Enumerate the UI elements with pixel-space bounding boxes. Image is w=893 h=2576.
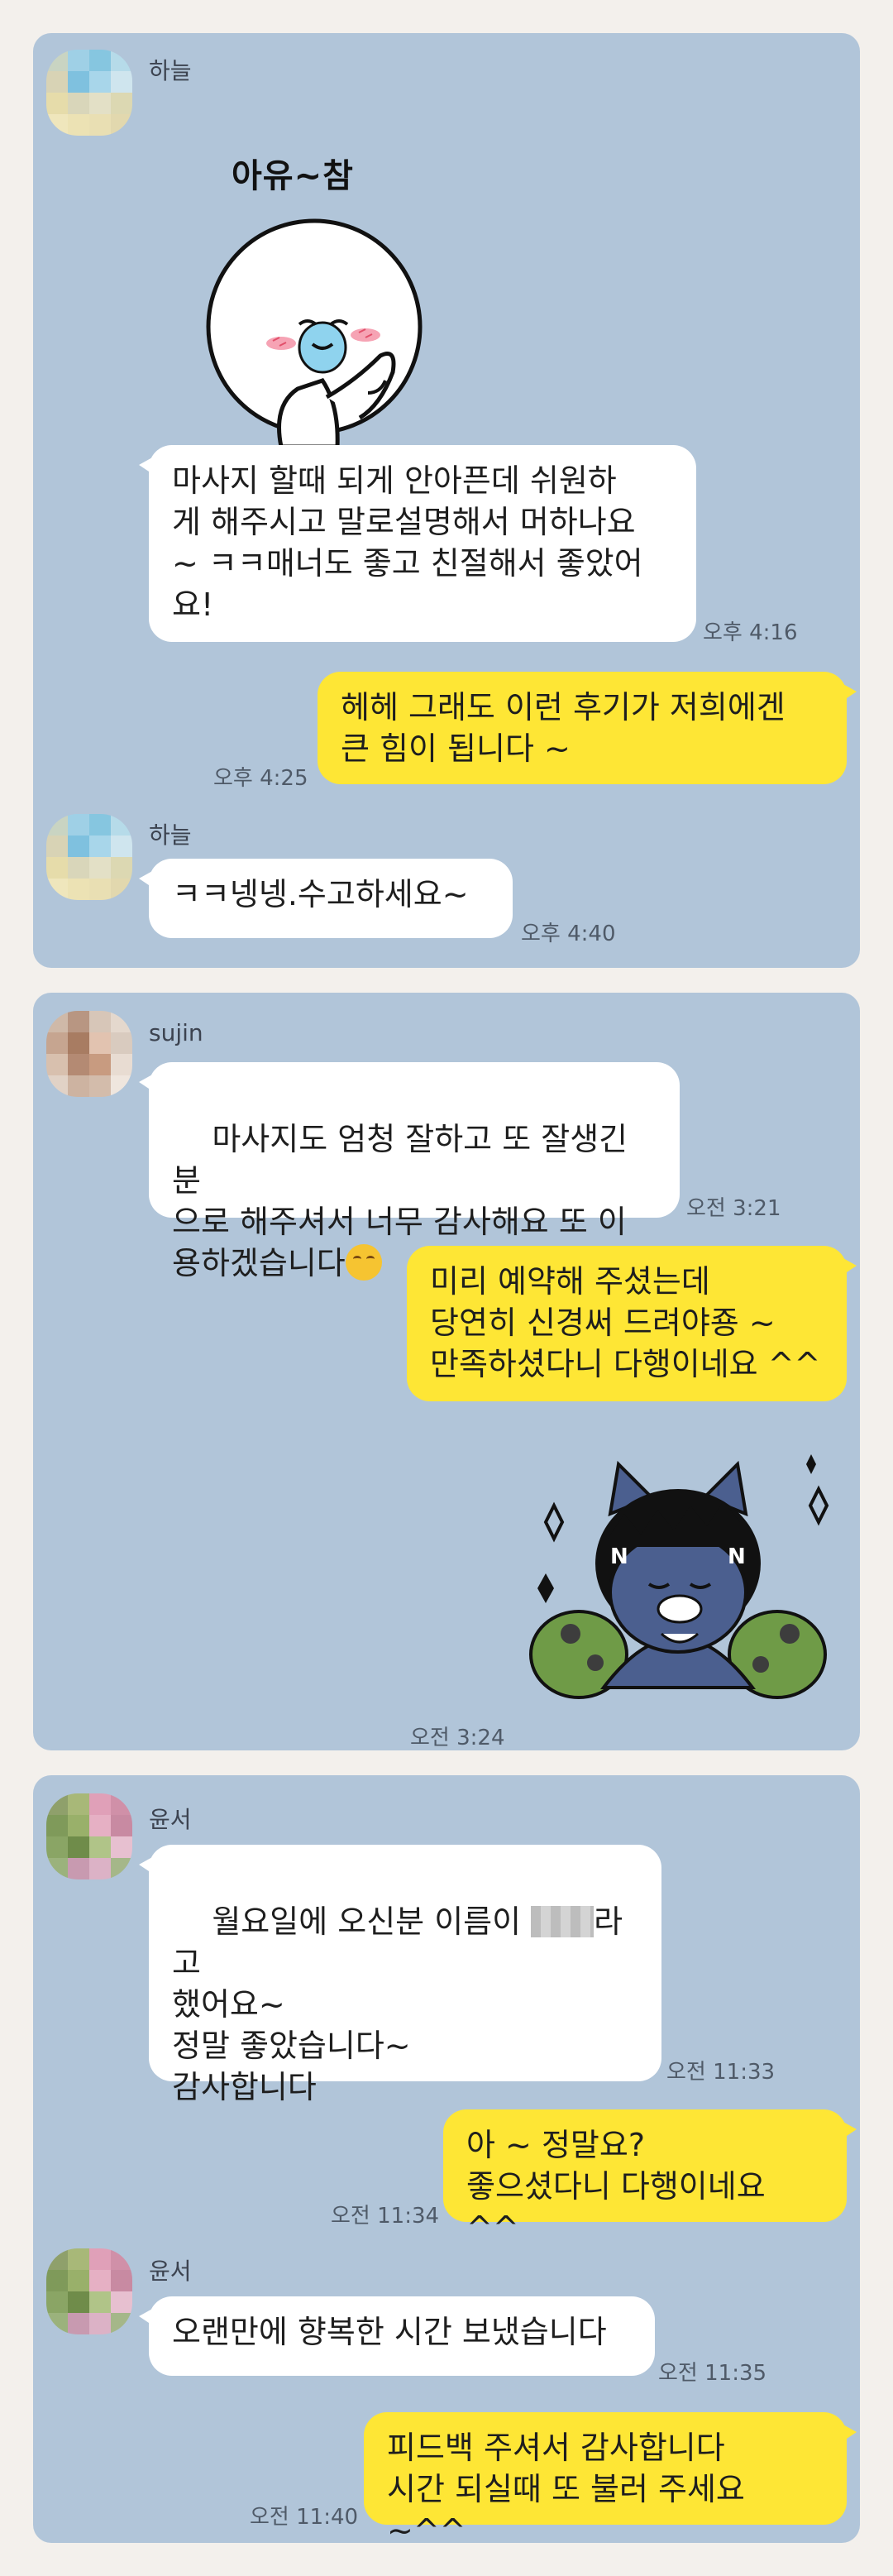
chat-screenshot-2: sujin 마사지도 엄청 잘하고 또 잘생긴 분 으로 해주셔서 너무 감사해… (33, 993, 860, 1750)
message-time: 오전 3:24 (410, 1726, 505, 1750)
avatar-yunseo[interactable] (46, 1793, 132, 1879)
avatar-haneul[interactable] (46, 814, 132, 900)
message-text: 월요일에 오신분 이름이 (212, 1903, 532, 1940)
svg-text:N: N (728, 1544, 746, 1569)
avatar-haneul[interactable] (46, 50, 132, 136)
sender-name: 윤서 (149, 2258, 192, 2285)
smiling-face-emoji-icon (345, 1244, 382, 1281)
sender-name: sujin (149, 1019, 203, 1046)
message-time: 오후 4:40 (521, 922, 616, 946)
message-time: 오전 11:34 (331, 2204, 440, 2229)
my-message-bubble[interactable]: 미리 예약해 주셨는데 당연히 신경써 드려야죵 ~ 만족하셨다니 다행이네요 … (407, 1246, 857, 1401)
sender-name: 윤서 (149, 1806, 192, 1833)
message-bubble[interactable]: 마사지 할때 되게 안아픈데 쉬원하 게 해주시고 말로설명해서 머하나요 ~ … (139, 445, 696, 642)
message-time: 오후 4:16 (703, 620, 798, 645)
my-message-bubble[interactable]: 헤헤 그래도 이런 후기가 저희에겐 큰 힘이 됩니다 ~ (318, 672, 857, 784)
sticker-shy-blob[interactable]: 아유~참 (190, 108, 471, 455)
message-time: 오전 3:21 (686, 1196, 781, 1221)
message-bubble[interactable]: 월요일에 오신분 이름이 라고 했어요~ 정말 좋았습니다~ 감사합니다 (139, 1845, 661, 2105)
avatar-yunseo[interactable] (46, 2248, 132, 2334)
message-time: 오전 11:40 (250, 2505, 359, 2530)
message-time: 오전 11:35 (658, 2361, 767, 2386)
message-bubble[interactable]: ㅋㅋ넹넹.수고하세요~ (139, 859, 513, 938)
redacted-name (531, 1906, 595, 1937)
chat-screenshot-3: 윤서 월요일에 오신분 이름이 라고 했어요~ 정말 좋았습니다~ 감사합니다 … (33, 1775, 860, 2549)
my-message-bubble[interactable]: 피드백 주셔서 감사합니다 시간 되실때 또 불러 주세요 ~^^ (364, 2412, 857, 2549)
message-bubble[interactable]: 오랜만에 향복한 시간 보냈습니다 (139, 2296, 655, 2376)
blob-icon (206, 218, 423, 449)
sender-name: 하늘 (149, 821, 192, 849)
svg-text:N: N (610, 1544, 628, 1569)
message-bubble[interactable]: 마사지도 엄청 잘하고 또 잘생긴 분 으로 해주셔서 너무 감사해요 또 이 … (139, 1062, 680, 1281)
sticker-cat-bowing[interactable]: N N (513, 1439, 860, 1712)
sender-name: 하늘 (149, 57, 192, 84)
cat-sticker-icon: N N (529, 1454, 829, 1699)
avatar-sujin[interactable] (46, 1011, 132, 1097)
chat-screenshot-1: 하늘 아유~참 마사지 할때 되게 안아픈데 쉬원하 게 해주시고 말로설명해서… (33, 33, 860, 968)
message-time: 오후 4:25 (213, 766, 308, 791)
my-message-bubble[interactable]: 아 ~ 정말요? 좋으셨다니 다행이네요 ^^ (443, 2109, 857, 2246)
message-time: 오전 11:33 (666, 2060, 776, 2085)
